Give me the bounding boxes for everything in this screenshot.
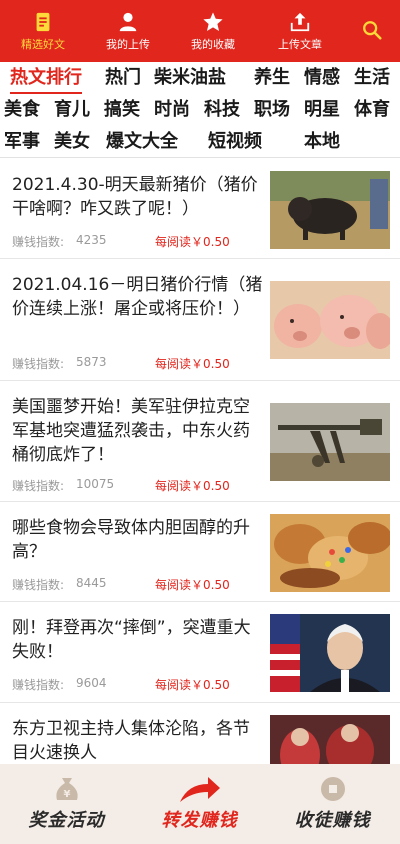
- category-tab[interactable]: 爆文大全: [106, 128, 178, 156]
- reward-per-read: 每阅读￥0.50: [155, 235, 230, 249]
- document-icon: [36, 12, 50, 31]
- category-tab[interactable]: 柴米油盐: [154, 64, 226, 92]
- earning-index-label: 赚钱指数:: [12, 578, 65, 592]
- article-thumbnail: [270, 614, 390, 692]
- article-item[interactable]: 刚！拜登再次“摔倒”，突遭重大失败！ 赚钱指数: 9604 每阅读￥0.50: [0, 602, 400, 703]
- article-thumbnail: [270, 403, 390, 481]
- category-tab[interactable]: 养生: [254, 64, 290, 92]
- share-arrow-icon: [179, 777, 220, 802]
- category-tab[interactable]: 搞笑: [104, 96, 140, 124]
- category-tab[interactable]: 生活: [354, 64, 390, 92]
- category-tab[interactable]: 情感: [304, 64, 340, 92]
- tab-label: 转发赚钱: [161, 810, 238, 831]
- top-nav-bar: 精选好文 我的上传 我的收藏 上传文章: [0, 0, 400, 62]
- nav-label: 精选好文: [21, 37, 65, 51]
- category-tab[interactable]: 育儿: [54, 96, 90, 124]
- search-icon: [363, 20, 382, 40]
- article-title: 2021.04.16－明日猪价行情（猪价连续上涨！屠企或将压价！）: [12, 275, 263, 319]
- tab-label: 收徒赚钱: [294, 810, 371, 831]
- earning-index-value: 10075: [76, 477, 115, 491]
- nav-featured-articles[interactable]: 精选好文: [0, 0, 86, 62]
- article-item[interactable]: 美国噩梦开始！美军驻伊拉克空军基地突遭猛烈袭击，中东火药桶彻底炸了！ 赚钱指数:…: [0, 381, 400, 502]
- article-item[interactable]: 2021.04.16－明日猪价行情（猪价连续上涨！屠企或将压价！） 赚钱指数: …: [0, 259, 400, 381]
- category-tabs: 热文排行 热门 柴米油盐 养生 情感 生活 美食 育儿 搞笑 时尚 科技 职场 …: [0, 62, 400, 158]
- earning-index-label: 赚钱指数:: [12, 479, 65, 493]
- category-tab[interactable]: 热文排行: [10, 64, 82, 94]
- article-thumbnail: [270, 171, 390, 249]
- bottom-action-bar: ¥ 奖金活动 转发赚钱 收徒赚钱: [0, 764, 400, 844]
- star-icon: [203, 11, 223, 31]
- article-title: 刚！拜登再次“摔倒”，突遭重大失败！: [12, 618, 251, 662]
- recruit-earn-tab[interactable]: 收徒赚钱: [266, 764, 399, 844]
- article-item[interactable]: 2021.4.30-明天最新猪价（猪价干啥啊？咋又跌了呢！） 赚钱指数: 423…: [0, 159, 400, 259]
- category-tab[interactable]: 军事: [4, 128, 40, 156]
- upload-icon: [290, 12, 310, 31]
- article-thumbnail: [270, 715, 390, 764]
- earning-index-label: 赚钱指数:: [12, 357, 65, 371]
- reward-per-read: 每阅读￥0.50: [155, 357, 230, 371]
- earning-index-label: 赚钱指数:: [12, 678, 65, 692]
- earning-index-value: 5873: [76, 355, 107, 369]
- nav-my-favorites[interactable]: 我的收藏: [170, 0, 256, 62]
- nav-label: 上传文章: [278, 37, 322, 51]
- earning-index-value: 8445: [76, 576, 107, 590]
- nav-upload-article[interactable]: 上传文章: [256, 0, 344, 62]
- category-tab[interactable]: 明星: [304, 96, 340, 124]
- coin-icon: [320, 777, 345, 801]
- article-title: 美国噩梦开始！美军驻伊拉克空军基地突遭猛烈袭击，中东火药桶彻底炸了！: [12, 397, 250, 465]
- article-item[interactable]: 东方卫视主持人集体沦陷，各节目火速换人: [0, 703, 400, 764]
- article-thumbnail: [270, 514, 390, 592]
- bonus-activity-tab[interactable]: ¥ 奖金活动: [0, 764, 133, 844]
- search-button[interactable]: [344, 0, 400, 62]
- share-earn-tab[interactable]: 转发赚钱: [133, 764, 266, 844]
- nav-label: 我的上传: [106, 37, 150, 51]
- article-title: 东方卫视主持人集体沦陷，各节目火速换人: [12, 719, 250, 763]
- reward-per-read: 每阅读￥0.50: [155, 578, 230, 592]
- category-tab[interactable]: 体育: [354, 96, 390, 124]
- earning-index-value: 9604: [76, 676, 107, 690]
- article-thumbnail: [270, 281, 390, 359]
- earning-index-label: 赚钱指数:: [12, 235, 65, 249]
- reward-per-read: 每阅读￥0.50: [155, 479, 230, 493]
- svg-text:¥: ¥: [63, 789, 70, 800]
- category-tab[interactable]: 科技: [204, 96, 240, 124]
- money-bag-icon: ¥: [55, 778, 78, 800]
- user-icon: [119, 12, 137, 31]
- article-title: 2021.4.30-明天最新猪价（猪价干啥啊？咋又跌了呢！）: [12, 175, 258, 219]
- article-item[interactable]: 哪些食物会导致体内胆固醇的升高？ 赚钱指数: 8445 每阅读￥0.50: [0, 502, 400, 602]
- nav-my-uploads[interactable]: 我的上传: [86, 0, 170, 62]
- earning-index-value: 4235: [76, 233, 107, 247]
- nav-label: 我的收藏: [191, 37, 235, 51]
- category-tab[interactable]: 本地: [304, 128, 340, 156]
- category-tab[interactable]: 美女: [54, 128, 90, 156]
- category-tab[interactable]: 职场: [254, 96, 290, 124]
- category-tab[interactable]: 时尚: [154, 96, 190, 124]
- article-title: 哪些食物会导致体内胆固醇的升高？: [12, 518, 250, 562]
- category-tab[interactable]: 短视频: [208, 128, 262, 156]
- reward-per-read: 每阅读￥0.50: [155, 678, 230, 692]
- category-tab[interactable]: 热门: [105, 64, 141, 92]
- category-tab[interactable]: 美食: [4, 96, 40, 124]
- tab-label: 奖金活动: [28, 810, 105, 831]
- article-list: 2021.4.30-明天最新猪价（猪价干啥啊？咋又跌了呢！） 赚钱指数: 423…: [0, 159, 400, 764]
